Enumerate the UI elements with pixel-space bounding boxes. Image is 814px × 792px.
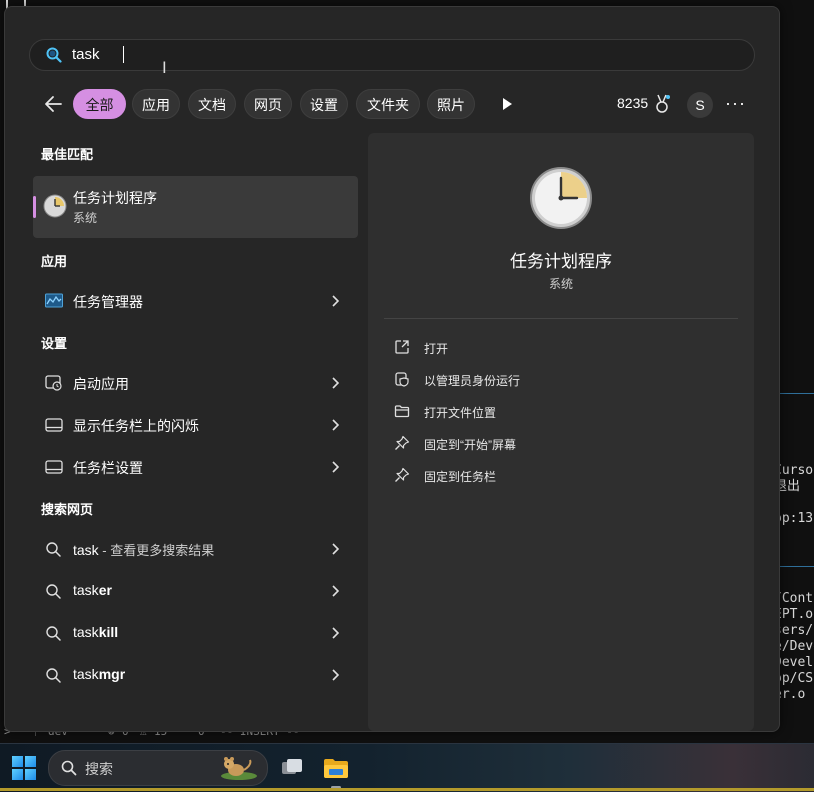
section-best-match: 最佳匹配	[41, 147, 94, 162]
filter-web[interactable]: 网页	[244, 89, 292, 119]
section-apps: 应用	[41, 254, 68, 269]
more-filters-play-icon[interactable]	[499, 95, 515, 113]
task-view-icon	[282, 759, 302, 774]
web-result-label: taskkill	[73, 624, 119, 640]
search-icon	[46, 47, 62, 63]
folder-icon	[394, 405, 410, 418]
search-icon	[61, 760, 77, 776]
file-explorer-button[interactable]	[320, 752, 352, 784]
action-label: 固定到任务栏	[424, 470, 497, 484]
settings-item-taskbar-flashing[interactable]: 显示任务栏上的闪烁	[33, 407, 358, 443]
rewards-points[interactable]: 8235	[617, 95, 648, 111]
best-match-item[interactable]: 任务计划程序 系统	[33, 176, 358, 238]
section-settings: 设置	[41, 336, 68, 351]
taskbar: 搜索	[0, 743, 814, 792]
app-item-label: 任务管理器	[73, 294, 143, 310]
chevron-right-icon[interactable]	[330, 460, 340, 474]
open-external-icon	[395, 340, 409, 354]
search-icon	[46, 668, 61, 683]
task-view-button[interactable]	[276, 752, 308, 784]
task-scheduler-clock-icon	[530, 167, 592, 229]
filter-documents[interactable]: 文档	[188, 89, 236, 119]
pin-icon	[395, 467, 410, 482]
search-icon	[46, 542, 61, 557]
mouse-ibeam-cursor-icon: I	[162, 58, 167, 77]
filter-settings[interactable]: 设置	[300, 89, 348, 119]
best-match-subtitle: 系统	[73, 211, 98, 225]
settings-item-taskbar-settings[interactable]: 任务栏设置	[33, 449, 358, 485]
filter-apps[interactable]: 应用	[132, 89, 180, 119]
action-label: 打开文件位置	[424, 406, 497, 420]
task-scheduler-clock-icon	[43, 194, 67, 218]
action-label: 打开	[424, 342, 449, 356]
web-result-item[interactable]: task - 查看更多搜索结果	[33, 531, 358, 567]
filter-all[interactable]: 全部	[73, 89, 126, 119]
chevron-right-icon[interactable]	[330, 418, 340, 432]
windows-logo-icon	[12, 756, 36, 780]
chevron-right-icon[interactable]	[330, 668, 340, 682]
back-arrow-icon[interactable]	[41, 91, 67, 117]
web-result-item[interactable]: taskkill	[33, 615, 358, 651]
terminal-divider	[778, 393, 814, 394]
preview-divider	[384, 318, 738, 319]
taskbar-icon	[45, 418, 63, 432]
settings-item-label: 任务栏设置	[73, 460, 143, 476]
preview-title: 任务计划程序	[510, 252, 612, 271]
search-icon	[46, 626, 61, 641]
pin-icon	[395, 435, 410, 450]
taskbar-search-box[interactable]: 搜索	[48, 750, 268, 786]
shield-admin-icon	[395, 372, 409, 387]
search-input[interactable]: task	[29, 39, 755, 71]
taskbar-search-label: 搜索	[85, 761, 113, 777]
settings-item-label: 显示任务栏上的闪烁	[73, 418, 199, 434]
search-icon	[46, 584, 61, 599]
action-pin-to-start[interactable]: 固定到“开始”屏幕	[394, 432, 734, 456]
search-highlight-animal-icon	[221, 757, 257, 780]
best-match-title: 任务计划程序	[73, 190, 157, 206]
chevron-right-icon[interactable]	[330, 626, 340, 640]
chevron-right-icon[interactable]	[330, 542, 340, 556]
chevron-right-icon[interactable]	[330, 376, 340, 390]
settings-item-startup-apps[interactable]: 启动应用	[33, 365, 358, 401]
account-avatar[interactable]: S	[687, 92, 713, 118]
text-caret	[123, 46, 124, 63]
web-result-label: task - 查看更多搜索结果	[73, 542, 215, 558]
start-button[interactable]	[8, 752, 40, 784]
preview-subtitle: 系统	[548, 277, 573, 291]
action-open[interactable]: 打开	[394, 336, 734, 360]
action-open-file-location[interactable]: 打开文件位置	[394, 400, 734, 424]
app-item-task-manager[interactable]: 任务管理器	[33, 283, 358, 319]
section-web: 搜索网页	[41, 502, 94, 517]
web-result-label: tasker	[73, 582, 112, 598]
more-options-icon[interactable]: ···	[725, 93, 746, 114]
terminal-line: /Conti	[774, 591, 814, 606]
web-result-item[interactable]: tasker	[33, 573, 358, 609]
terminal-line: e/Deve	[774, 639, 814, 654]
file-explorer-icon	[324, 759, 348, 778]
startup-apps-icon	[45, 375, 62, 391]
task-manager-icon	[45, 293, 63, 308]
action-run-as-admin[interactable]: 以管理员身份运行	[394, 368, 734, 392]
search-query: task	[72, 46, 100, 63]
settings-item-label: 启动应用	[73, 376, 129, 392]
filter-folders[interactable]: 文件夹	[356, 89, 420, 119]
action-pin-to-taskbar[interactable]: 固定到任务栏	[394, 464, 734, 488]
action-label: 以管理员身份运行	[424, 374, 521, 388]
web-result-label: taskmgr	[73, 666, 126, 682]
chevron-right-icon[interactable]	[330, 294, 340, 308]
start-search-panel: task I 全部 应用 文档 网页 设置 文件夹 照片 8235 S ··· …	[4, 6, 780, 732]
taskbar-icon	[45, 460, 63, 474]
rewards-medal-icon[interactable]	[653, 94, 671, 114]
preview-pane: 任务计划程序 系统 打开 以管理员身份运行 打开文件位置 固定到“开始”屏幕 固…	[368, 133, 754, 731]
chevron-right-icon[interactable]	[330, 584, 340, 598]
filter-photos[interactable]: 照片	[427, 89, 475, 119]
action-label: 固定到“开始”屏幕	[424, 438, 516, 452]
terminal-divider	[778, 566, 814, 567]
web-result-item[interactable]: taskmgr	[33, 657, 358, 693]
selection-accent	[33, 196, 36, 218]
